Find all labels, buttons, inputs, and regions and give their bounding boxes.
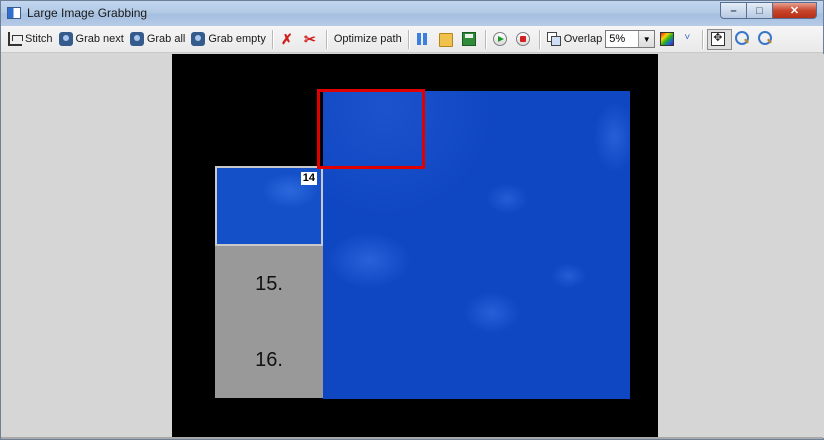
grab-all-button[interactable]: Grab all — [127, 29, 189, 50]
close-button[interactable]: ✕ — [773, 2, 817, 19]
toolbar-separator — [484, 29, 487, 49]
toolbar-separator — [538, 29, 541, 49]
zoom-in-button[interactable] — [732, 29, 755, 50]
optimize-path-label: Optimize path — [333, 33, 402, 45]
toolbar-separator — [702, 29, 705, 49]
stop-button[interactable] — [513, 29, 536, 50]
toolbar: Stitch Grab next Grab all Grab empty ✗ ✂… — [1, 26, 823, 53]
overlap-label: Overlap — [563, 33, 603, 45]
tile-label: 15. — [255, 272, 283, 295]
grab-next-button[interactable]: Grab next — [56, 29, 127, 50]
toolbar-separator — [407, 29, 410, 49]
zoom-out-button[interactable] — [755, 29, 778, 50]
grab-empty-label: Grab empty — [208, 33, 266, 45]
overlap-select[interactable]: 5% ▼ — [605, 30, 656, 48]
color-palette-icon — [660, 32, 675, 46]
fit-view-icon — [711, 31, 726, 46]
overlap-value: 5% — [609, 33, 626, 45]
title-bar[interactable]: Large Image Grabbing – □ ✕ — [1, 1, 823, 26]
color-button[interactable] — [659, 29, 678, 50]
chevron-down-icon: ˅ — [684, 32, 691, 43]
pending-tile[interactable]: 15. — [215, 246, 323, 322]
stop-icon — [515, 32, 530, 46]
delete-all-button[interactable]: ✂ — [300, 29, 323, 50]
tile-label: 16. — [255, 348, 283, 371]
color-menu-button[interactable]: ˅ — [678, 29, 699, 50]
play-button[interactable] — [490, 29, 513, 50]
current-tile[interactable]: 14 — [215, 166, 323, 246]
zoom-in-icon — [735, 31, 750, 45]
save-icon — [461, 32, 476, 46]
stitch-button[interactable]: Stitch — [5, 29, 56, 50]
chevron-down-icon[interactable]: ▼ — [638, 31, 655, 47]
folder-open-icon — [438, 33, 453, 47]
delete-tiles-icon: ✗ — [280, 31, 293, 47]
fit-view-button[interactable] — [707, 28, 733, 50]
minimize-button[interactable]: – — [720, 2, 747, 19]
camera-all-icon — [129, 32, 144, 46]
pause-icon — [416, 32, 430, 46]
toolbar-separator — [325, 29, 328, 49]
grab-empty-button[interactable]: Grab empty — [188, 29, 268, 50]
overlap-button[interactable]: Overlap — [544, 29, 606, 50]
maximize-button[interactable]: □ — [747, 2, 773, 19]
pending-tile[interactable]: 16. — [215, 322, 323, 398]
overlap-icon — [546, 32, 561, 46]
grab-next-label: Grab next — [75, 33, 124, 45]
stitch-label: Stitch — [25, 33, 53, 45]
save-button[interactable] — [459, 29, 482, 50]
grab-position-frame[interactable] — [317, 89, 425, 169]
grab-all-label: Grab all — [146, 33, 186, 45]
window-bottom-border — [1, 437, 823, 439]
app-icon — [7, 7, 21, 19]
toolbar-separator — [271, 29, 274, 49]
camera-icon — [58, 32, 73, 46]
play-icon — [492, 32, 507, 46]
workspace: 14 15. 16. — [2, 54, 824, 438]
window-title: Large Image Grabbing — [27, 6, 148, 20]
open-button[interactable] — [436, 29, 459, 50]
app-window: Large Image Grabbing – □ ✕ Stitch Grab n… — [0, 0, 824, 440]
image-canvas[interactable]: 14 15. 16. — [172, 54, 658, 438]
optimize-path-button[interactable]: Optimize path — [331, 29, 405, 50]
delete-all-icon: ✂ — [303, 31, 316, 47]
stitch-icon — [8, 32, 23, 46]
pause-button[interactable] — [413, 29, 436, 50]
tile-label: 14 — [300, 172, 317, 185]
camera-empty-icon — [191, 32, 206, 46]
window-controls: – □ ✕ — [720, 2, 817, 20]
zoom-out-icon — [758, 31, 773, 45]
delete-tiles-button[interactable]: ✗ — [277, 29, 300, 50]
